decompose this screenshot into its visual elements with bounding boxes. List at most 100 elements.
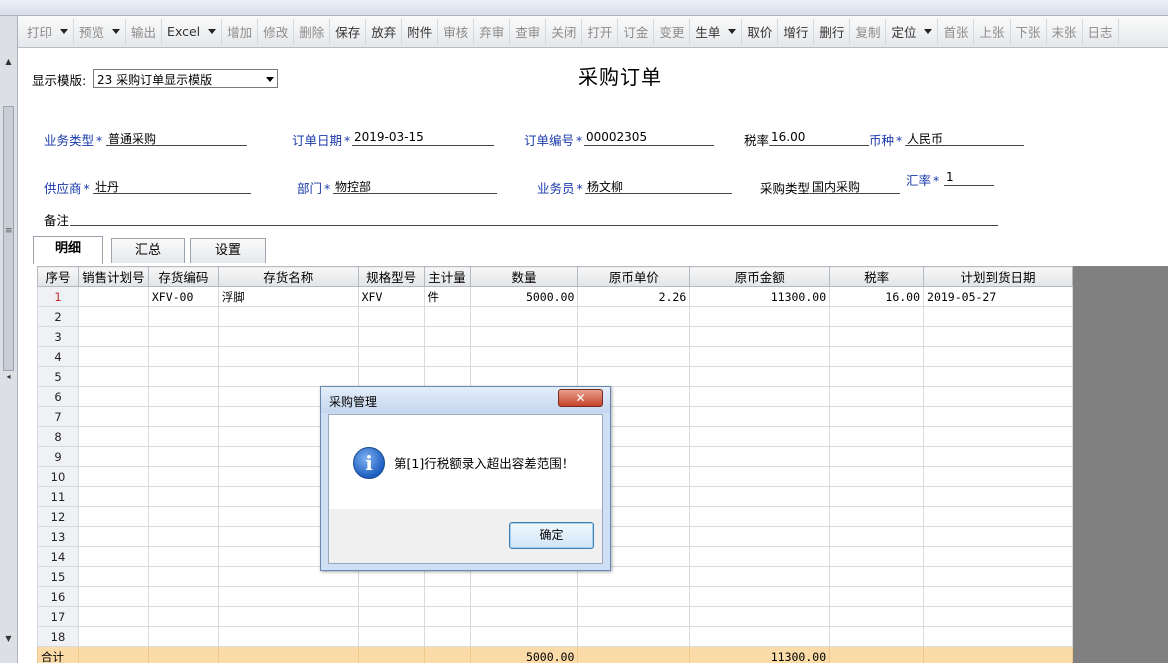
table-cell[interactable] bbox=[217, 366, 359, 387]
table-cell[interactable] bbox=[147, 606, 219, 627]
toolbar-item-14[interactable]: 打开 bbox=[582, 18, 619, 45]
table-cell[interactable] bbox=[923, 306, 1073, 327]
table-cell[interactable] bbox=[217, 586, 359, 607]
toolbar-item-5[interactable]: 修改 bbox=[258, 18, 295, 45]
toolbar-item-9[interactable]: 附件 bbox=[402, 18, 439, 45]
toolbar-item-26[interactable]: 末张 bbox=[1047, 18, 1083, 45]
remark-input[interactable] bbox=[70, 210, 998, 226]
table-cell[interactable] bbox=[217, 326, 359, 347]
table-cell[interactable]: XFV-00 bbox=[147, 286, 219, 307]
table-cell[interactable] bbox=[829, 586, 925, 607]
order-no-input[interactable]: 00002305 bbox=[584, 130, 714, 146]
table-cell[interactable]: 2019-05-27 bbox=[923, 286, 1073, 307]
table-cell[interactable] bbox=[147, 486, 219, 507]
table-cell[interactable] bbox=[147, 626, 219, 647]
table-cell[interactable] bbox=[577, 606, 691, 627]
table-cell[interactable] bbox=[829, 426, 925, 447]
table-cell[interactable] bbox=[689, 526, 831, 547]
table-cell[interactable] bbox=[357, 626, 425, 647]
ok-button[interactable]: 确定 bbox=[509, 522, 594, 549]
template-select[interactable]: 23 采购订单显示模版 bbox=[93, 69, 278, 88]
table-cell[interactable] bbox=[77, 326, 149, 347]
table-cell[interactable] bbox=[577, 626, 691, 647]
business-type-input[interactable]: 普通采购 bbox=[106, 130, 247, 146]
toolbar-item-22[interactable]: 定位 bbox=[886, 18, 939, 45]
table-cell[interactable] bbox=[829, 526, 925, 547]
table-cell[interactable] bbox=[423, 606, 471, 627]
table-cell[interactable] bbox=[77, 546, 149, 567]
table-cell[interactable] bbox=[423, 306, 471, 327]
table-cell[interactable] bbox=[77, 526, 149, 547]
toolbar-item-25[interactable]: 下张 bbox=[1011, 18, 1047, 45]
table-cell[interactable] bbox=[147, 526, 219, 547]
exchange-rate-input[interactable]: 1 bbox=[944, 170, 994, 186]
table-cell[interactable] bbox=[147, 446, 219, 467]
table-cell[interactable] bbox=[923, 486, 1073, 507]
table-cell[interactable] bbox=[923, 446, 1073, 467]
table-cell[interactable] bbox=[923, 466, 1073, 487]
toolbar-item-20[interactable]: 删行 bbox=[814, 18, 851, 45]
table-cell[interactable] bbox=[923, 526, 1073, 547]
table-cell[interactable] bbox=[689, 346, 831, 367]
table-cell[interactable] bbox=[829, 466, 925, 487]
table-cell[interactable] bbox=[77, 386, 149, 407]
table-cell[interactable] bbox=[147, 366, 219, 387]
chevron-down-icon[interactable] bbox=[60, 29, 69, 34]
toolbar-item-11[interactable]: 弃审 bbox=[474, 18, 511, 45]
table-cell[interactable] bbox=[357, 326, 425, 347]
table-cell[interactable] bbox=[147, 546, 219, 567]
toolbar-item-1[interactable]: 预览 bbox=[74, 18, 127, 45]
toolbar-item-10[interactable]: 审核 bbox=[438, 18, 475, 45]
toolbar-item-23[interactable]: 首张 bbox=[938, 18, 975, 45]
table-cell[interactable] bbox=[147, 406, 219, 427]
column-header[interactable]: 税率 bbox=[829, 266, 925, 287]
table-cell[interactable] bbox=[577, 586, 691, 607]
table-cell[interactable] bbox=[77, 346, 149, 367]
table-cell[interactable] bbox=[923, 346, 1073, 367]
toolbar-item-6[interactable]: 删除 bbox=[294, 18, 331, 45]
table-cell[interactable] bbox=[829, 306, 925, 327]
table-cell[interactable] bbox=[77, 566, 149, 587]
scroll-up-icon[interactable]: ▲ bbox=[2, 56, 15, 68]
table-cell[interactable] bbox=[829, 506, 925, 527]
table-cell[interactable] bbox=[423, 586, 471, 607]
table-cell[interactable] bbox=[77, 506, 149, 527]
table-cell[interactable] bbox=[423, 346, 471, 367]
salesperson-input[interactable]: 杨文柳 bbox=[585, 178, 732, 194]
toolbar-item-2[interactable]: 输出 bbox=[126, 18, 163, 45]
tab-detail[interactable]: 明细 bbox=[33, 236, 103, 264]
toolbar-item-27[interactable]: 日志 bbox=[1083, 18, 1119, 45]
column-header[interactable]: 原币单价 bbox=[577, 266, 691, 287]
table-cell[interactable] bbox=[829, 326, 925, 347]
table-cell[interactable] bbox=[689, 566, 831, 587]
column-header[interactable]: 序号 bbox=[37, 266, 79, 287]
toolbar-item-18[interactable]: 取价 bbox=[742, 18, 779, 45]
table-row[interactable]: 17 bbox=[37, 606, 1073, 627]
left-scrollbar[interactable]: ▲ ≡ ◂ ▼ bbox=[0, 16, 18, 663]
table-cell[interactable] bbox=[829, 626, 925, 647]
chevron-down-icon[interactable] bbox=[924, 29, 933, 34]
toolbar-item-19[interactable]: 增行 bbox=[778, 18, 815, 45]
tab-summary[interactable]: 汇总 bbox=[111, 238, 185, 263]
table-cell[interactable] bbox=[829, 366, 925, 387]
table-cell[interactable] bbox=[577, 366, 691, 387]
table-cell[interactable] bbox=[357, 606, 425, 627]
table-row[interactable]: 18 bbox=[37, 626, 1073, 647]
table-cell[interactable] bbox=[147, 326, 219, 347]
table-cell[interactable] bbox=[147, 566, 219, 587]
table-cell[interactable] bbox=[217, 606, 359, 627]
chevron-down-icon[interactable] bbox=[208, 29, 217, 34]
table-cell[interactable] bbox=[923, 406, 1073, 427]
table-row[interactable]: 1 XFV-00 浮脚 XFV 件 5000.00 2.26 11300.00 16.00 201… bbox=[37, 286, 1073, 307]
table-cell[interactable] bbox=[469, 606, 579, 627]
table-cell[interactable] bbox=[829, 446, 925, 467]
table-cell[interactable] bbox=[77, 406, 149, 427]
toolbar-item-0[interactable]: 打印 bbox=[22, 18, 75, 45]
table-cell[interactable] bbox=[217, 346, 359, 367]
table-cell[interactable] bbox=[689, 446, 831, 467]
table-cell[interactable] bbox=[217, 626, 359, 647]
column-header[interactable]: 原币金额 bbox=[689, 266, 831, 287]
table-cell[interactable] bbox=[829, 486, 925, 507]
toolbar-item-4[interactable]: 增加 bbox=[222, 18, 259, 45]
table-cell[interactable] bbox=[577, 306, 691, 327]
